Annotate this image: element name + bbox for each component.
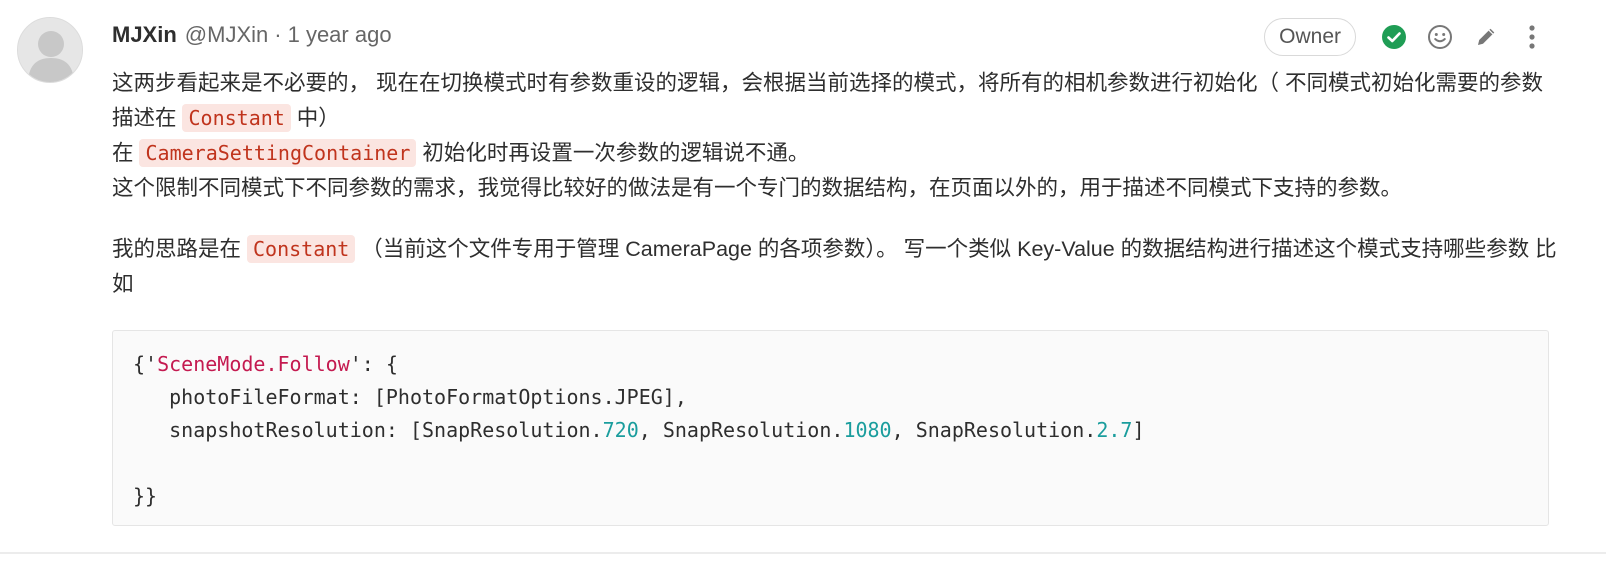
avatar[interactable] [17, 17, 83, 83]
check-circle-icon[interactable] [1380, 23, 1408, 51]
code-number-token: 1080 [843, 418, 892, 442]
code-block[interactable]: {'SceneMode.Follow': { photoFileFormat: … [112, 330, 1549, 526]
note-timestamp[interactable]: 1 year ago [288, 22, 392, 48]
text-run: 我的思路是在 [112, 237, 247, 261]
inline-code: Constant [182, 104, 291, 132]
inline-code: Constant [246, 235, 356, 263]
paragraph-1: 这两步看起来是不必要的， 现在在切换模式时有参数重设的逻辑，会根据当前选择的模式… [112, 66, 1562, 206]
paragraph-2: 我的思路是在 Constant （当前这个文件专用于管理 CameraPage … [112, 232, 1562, 302]
text-run: 中） [290, 106, 340, 130]
default-avatar-icon [18, 18, 82, 82]
header-separator: · [274, 22, 282, 47]
text-run: 在 [112, 141, 140, 165]
code-line: {'SceneMode.Follow': { [133, 348, 1548, 381]
code-line: snapshotResolution: [SnapResolution.720,… [133, 414, 1548, 447]
note-header: MJXin @MJXin · 1 year ago [112, 20, 392, 50]
note-actions: Owner [1264, 17, 1606, 57]
more-vertical-icon[interactable] [1518, 23, 1546, 51]
text-run: 初始化时再设置一次参数的逻辑说不通。 [416, 141, 810, 165]
pencil-icon[interactable] [1472, 23, 1500, 51]
divider [0, 552, 1606, 554]
code-token: , SnapResolution. [891, 418, 1097, 442]
code-token: ] [1132, 418, 1145, 442]
author-handle[interactable]: @MJXin [185, 22, 268, 48]
code-token: {' [133, 352, 158, 376]
smiley-icon[interactable] [1426, 23, 1454, 51]
code-line: photoFileFormat: [PhotoFormatOptions.JPE… [133, 385, 687, 409]
text-run: 这个限制不同模式下不同参数的需求，我觉得比较好的做法是有一个专门的数据结构，在页… [112, 176, 1403, 200]
code-token: ': { [349, 352, 398, 376]
note-body: 这两步看起来是不必要的， 现在在切换模式时有参数重设的逻辑，会根据当前选择的模式… [112, 66, 1562, 302]
code-string-token: SceneMode.Follow [157, 352, 350, 376]
code-line: }} [133, 484, 158, 508]
code-token: , SnapResolution. [638, 418, 844, 442]
author-name[interactable]: MJXin [112, 22, 177, 48]
code-number-token: 720 [602, 418, 639, 442]
inline-code: CameraSettingContainer [139, 139, 417, 167]
owner-badge: Owner [1264, 18, 1356, 56]
code-token: snapshotResolution: [SnapResolution. [133, 418, 603, 442]
comment-note: MJXin @MJXin · 1 year ago Owner 这两步看起来是不… [0, 0, 1606, 570]
code-number-token: 2.7 [1096, 418, 1133, 442]
